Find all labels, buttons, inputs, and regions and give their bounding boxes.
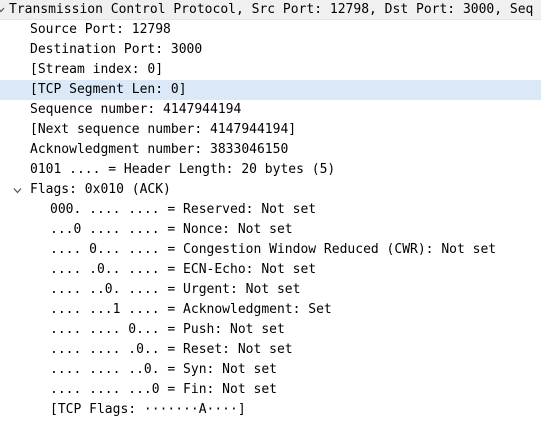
segment-len-label: [TCP Segment Len: 0] xyxy=(30,82,187,97)
flag-label: [TCP Flags: ·······A····] xyxy=(50,402,246,417)
tree-row-flags[interactable]: Flags: 0x010 (ACK) xyxy=(0,180,541,200)
flag-label: .... .... ..0. = Syn: Not set xyxy=(50,362,277,377)
flag-row-push[interactable]: .... .... 0... = Push: Not set xyxy=(0,320,541,340)
flag-row-acknowledgment[interactable]: .... ...1 .... = Acknowledgment: Set xyxy=(0,300,541,320)
flag-label: .... ...1 .... = Acknowledgment: Set xyxy=(50,302,332,317)
flag-label: .... ..0. .... = Urgent: Not set xyxy=(50,282,301,297)
acknowledgment-number-label: Acknowledgment number: 3833046150 xyxy=(30,142,289,157)
flag-row-urgent[interactable]: .... ..0. .... = Urgent: Not set xyxy=(0,280,541,300)
flag-row-nonce[interactable]: ...0 .... .... = Nonce: Not set xyxy=(0,220,541,240)
destination-port-label: Destination Port: 3000 xyxy=(30,42,203,57)
flag-label: .... 0... .... = Congestion Window Reduc… xyxy=(50,242,497,257)
tree-row-destination-port[interactable]: Destination Port: 3000 xyxy=(0,40,541,60)
flag-row-cwr[interactable]: .... 0... .... = Congestion Window Reduc… xyxy=(0,240,541,260)
collapse-chevron-icon[interactable] xyxy=(0,0,6,19)
flag-row-fin[interactable]: .... .... ...0 = Fin: Not set xyxy=(0,380,541,400)
source-port-label: Source Port: 12798 xyxy=(30,22,171,37)
stream-index-label: [Stream index: 0] xyxy=(30,62,164,77)
flag-label: ...0 .... .... = Nonce: Not set xyxy=(50,222,293,237)
header-length-label: 0101 .... = Header Length: 20 bytes (5) xyxy=(30,162,336,177)
packet-details-tree[interactable]: Transmission Control Protocol, Src Port:… xyxy=(0,0,541,424)
tcp-header-label: Transmission Control Protocol, Src Port:… xyxy=(9,2,534,17)
flag-label: 000. .... .... = Reserved: Not set xyxy=(50,202,317,217)
tree-row-stream-index[interactable]: [Stream index: 0] xyxy=(0,60,541,80)
flag-row-tcp-flags[interactable]: [TCP Flags: ·······A····] xyxy=(0,400,541,420)
flag-row-ecn-echo[interactable]: .... .0.. .... = ECN-Echo: Not set xyxy=(0,260,541,280)
sequence-number-label: Sequence number: 4147944194 xyxy=(30,102,242,117)
flag-label: .... .... .0.. = Reset: Not set xyxy=(50,342,293,357)
flag-row-syn[interactable]: .... .... ..0. = Syn: Not set xyxy=(0,360,541,380)
tree-row-acknowledgment-number[interactable]: Acknowledgment number: 3833046150 xyxy=(0,140,541,160)
expand-chevron-icon[interactable] xyxy=(11,180,23,200)
flag-row-reserved[interactable]: 000. .... .... = Reserved: Not set xyxy=(0,200,541,220)
flag-label: .... .... ...0 = Fin: Not set xyxy=(50,382,277,397)
tree-row-next-sequence-number[interactable]: [Next sequence number: 4147944194] xyxy=(0,120,541,140)
flag-label: .... .0.. .... = ECN-Echo: Not set xyxy=(50,262,317,277)
tree-row-header-length[interactable]: 0101 .... = Header Length: 20 bytes (5) xyxy=(0,160,541,180)
flags-label: Flags: 0x010 (ACK) xyxy=(30,182,171,197)
flag-label: .... .... 0... = Push: Not set xyxy=(50,322,285,337)
next-sequence-number-label: [Next sequence number: 4147944194] xyxy=(30,122,297,137)
tree-row-sequence-number[interactable]: Sequence number: 4147944194 xyxy=(0,100,541,120)
tcp-header-row[interactable]: Transmission Control Protocol, Src Port:… xyxy=(0,0,541,20)
flag-row-reset[interactable]: .... .... .0.. = Reset: Not set xyxy=(0,340,541,360)
tree-row-source-port[interactable]: Source Port: 12798 xyxy=(0,20,541,40)
tree-row-segment-len[interactable]: [TCP Segment Len: 0] xyxy=(0,80,541,100)
